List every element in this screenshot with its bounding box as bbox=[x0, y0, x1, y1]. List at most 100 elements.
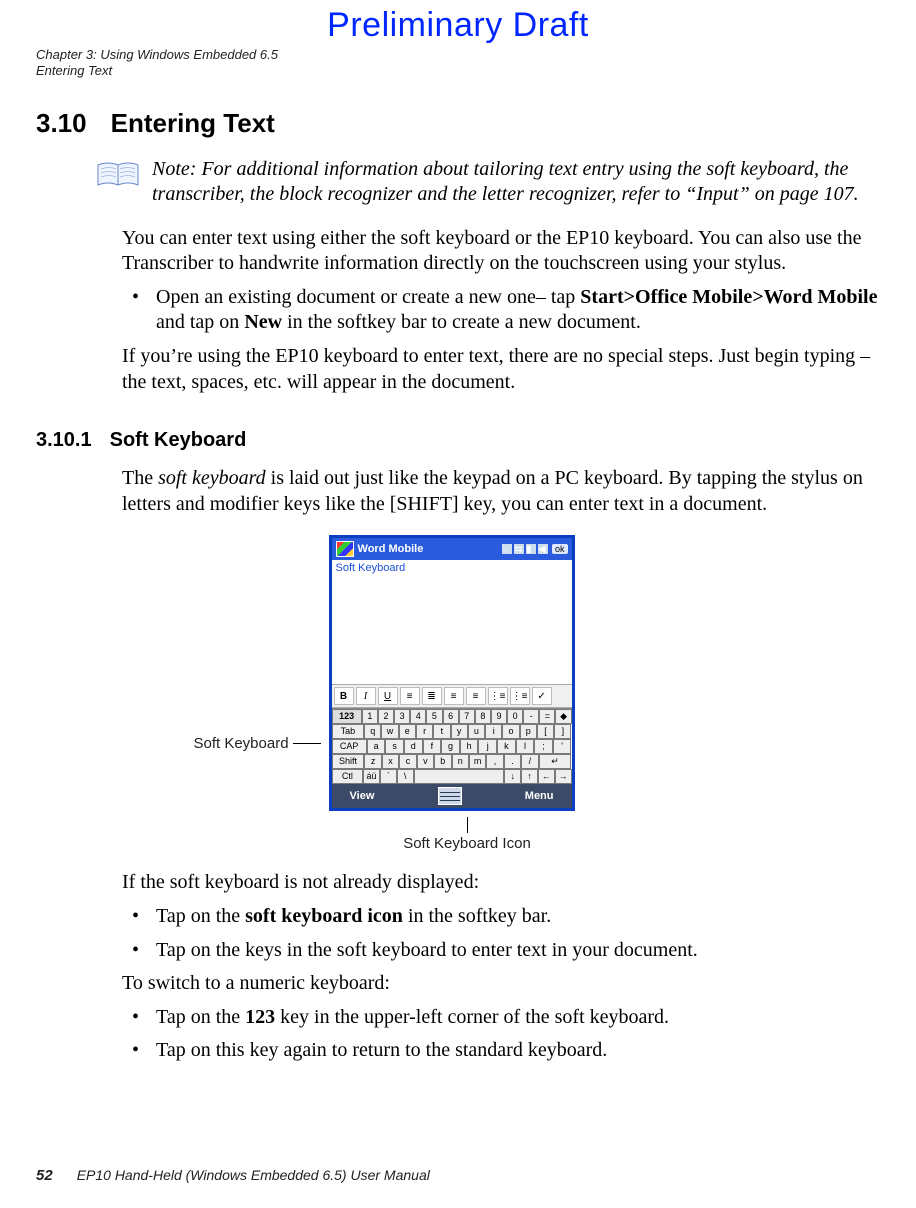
key-3[interactable]: 3 bbox=[394, 709, 410, 724]
align-center-button[interactable]: ≣ bbox=[422, 687, 442, 705]
intro-paragraph: You can enter text using either the soft… bbox=[122, 226, 880, 277]
key-g[interactable]: g bbox=[441, 739, 460, 754]
softkey-menu[interactable]: Menu bbox=[525, 790, 554, 802]
windows-flag-icon bbox=[336, 541, 354, 557]
key-w[interactable]: w bbox=[381, 724, 398, 739]
soft-keyboard[interactable]: 123 1 2 3 4 5 6 7 8 9 0 - = ◆ Tab bbox=[332, 708, 572, 784]
key-q[interactable]: q bbox=[364, 724, 381, 739]
key-y[interactable]: y bbox=[451, 724, 468, 739]
step-tap-keys: Tap on the keys in the soft keyboard to … bbox=[122, 938, 880, 964]
key-right[interactable]: → bbox=[555, 769, 572, 784]
callout-soft-keyboard-icon: Soft Keyboard Icon bbox=[36, 817, 880, 852]
key-e[interactable]: e bbox=[399, 724, 416, 739]
align-right-button[interactable]: ≡ bbox=[444, 687, 464, 705]
key-period[interactable]: . bbox=[504, 754, 521, 769]
note-label: Note: bbox=[152, 158, 196, 180]
key-slash[interactable]: / bbox=[521, 754, 538, 769]
key-backslash[interactable]: \ bbox=[397, 769, 414, 784]
callout-soft-keyboard-icon-text: Soft Keyboard Icon bbox=[403, 835, 531, 852]
bullets-button[interactable]: ⋮≡ bbox=[488, 687, 508, 705]
key-n[interactable]: n bbox=[452, 754, 469, 769]
numbering-button[interactable]: ⋮≡ bbox=[510, 687, 530, 705]
key-123[interactable]: 123 bbox=[332, 709, 362, 724]
key-shift[interactable]: Shift bbox=[332, 754, 365, 769]
key-1[interactable]: 1 bbox=[362, 709, 378, 724]
device-screenshot: Word Mobile ◌⇆▮◀ ok Soft Keyboard B I U … bbox=[329, 535, 575, 811]
key-apostrophe[interactable]: ' bbox=[553, 739, 572, 754]
key-5[interactable]: 5 bbox=[426, 709, 442, 724]
key-0[interactable]: 0 bbox=[507, 709, 523, 724]
key-j[interactable]: j bbox=[478, 739, 497, 754]
key-down[interactable]: ↓ bbox=[504, 769, 521, 784]
subsection-title: Soft Keyboard bbox=[110, 429, 247, 451]
document-area[interactable]: Soft Keyboard bbox=[332, 560, 572, 684]
check-button[interactable]: ✓ bbox=[532, 687, 552, 705]
running-header: Chapter 3: Using Windows Embedded 6.5 En… bbox=[36, 47, 880, 80]
key-c[interactable]: c bbox=[399, 754, 416, 769]
callout-soft-keyboard-text: Soft Keyboard bbox=[193, 735, 288, 752]
key-r[interactable]: r bbox=[416, 724, 433, 739]
bold-button[interactable]: B bbox=[334, 687, 354, 705]
key-d[interactable]: d bbox=[404, 739, 423, 754]
key-space[interactable] bbox=[414, 769, 505, 784]
screenshot-figure: Soft Keyboard Word Mobile ◌⇆▮◀ ok Soft K… bbox=[36, 535, 880, 811]
key-a[interactable]: a bbox=[367, 739, 386, 754]
key-backtick[interactable]: ` bbox=[380, 769, 397, 784]
ok-button[interactable]: ok bbox=[552, 544, 568, 554]
key-intl[interactable]: áü bbox=[363, 769, 380, 784]
key-ctl[interactable]: Ctl bbox=[332, 769, 364, 784]
key-minus[interactable]: - bbox=[523, 709, 539, 724]
key-left[interactable]: ← bbox=[538, 769, 555, 784]
page-footer: 52 EP10 Hand-Held (Windows Embedded 6.5)… bbox=[36, 1167, 430, 1184]
underline-button[interactable]: U bbox=[378, 687, 398, 705]
soft-keyboard-icon[interactable] bbox=[438, 787, 462, 805]
key-f[interactable]: f bbox=[423, 739, 442, 754]
key-o[interactable]: o bbox=[502, 724, 519, 739]
softkey-view[interactable]: View bbox=[350, 790, 375, 802]
step-open-document: Open an existing document or create a ne… bbox=[122, 285, 880, 336]
key-s[interactable]: s bbox=[385, 739, 404, 754]
status-icons: ◌⇆▮◀ bbox=[500, 544, 548, 555]
key-t[interactable]: t bbox=[433, 724, 450, 739]
key-b[interactable]: b bbox=[434, 754, 451, 769]
key-enter[interactable]: ↵ bbox=[539, 754, 572, 769]
callout-soft-keyboard: Soft Keyboard bbox=[193, 735, 320, 752]
key-i[interactable]: i bbox=[485, 724, 502, 739]
formatting-toolbar: B I U ≡ ≣ ≡ ≡ ⋮≡ ⋮≡ ✓ bbox=[332, 684, 572, 708]
key-8[interactable]: 8 bbox=[475, 709, 491, 724]
key-k[interactable]: k bbox=[497, 739, 516, 754]
key-equals[interactable]: = bbox=[539, 709, 555, 724]
key-bksp[interactable]: ◆ bbox=[555, 709, 571, 724]
key-u[interactable]: u bbox=[468, 724, 485, 739]
key-semicolon[interactable]: ; bbox=[534, 739, 553, 754]
manual-title: EP10 Hand-Held (Windows Embedded 6.5) Us… bbox=[77, 1167, 430, 1183]
key-comma[interactable]: , bbox=[486, 754, 503, 769]
device-titlebar: Word Mobile ◌⇆▮◀ ok bbox=[332, 538, 572, 560]
info-note: Note: For additional information about t… bbox=[96, 157, 880, 208]
align-justify-button[interactable]: ≡ bbox=[466, 687, 486, 705]
key-9[interactable]: 9 bbox=[491, 709, 507, 724]
step-tap-icon: Tap on the soft keyboard icon in the sof… bbox=[122, 904, 880, 930]
key-z[interactable]: z bbox=[364, 754, 381, 769]
note-text: For additional information about tailori… bbox=[152, 158, 859, 206]
key-cap[interactable]: CAP bbox=[332, 739, 367, 754]
key-lbracket[interactable]: [ bbox=[537, 724, 554, 739]
key-7[interactable]: 7 bbox=[459, 709, 475, 724]
align-left-button[interactable]: ≡ bbox=[400, 687, 420, 705]
key-2[interactable]: 2 bbox=[378, 709, 394, 724]
key-p[interactable]: p bbox=[520, 724, 537, 739]
subsection-number: 3.10.1 bbox=[36, 429, 92, 452]
italic-button[interactable]: I bbox=[356, 687, 376, 705]
key-v[interactable]: v bbox=[417, 754, 434, 769]
key-l[interactable]: l bbox=[516, 739, 535, 754]
key-rbracket[interactable]: ] bbox=[554, 724, 571, 739]
key-up[interactable]: ↑ bbox=[521, 769, 538, 784]
soft-keyboard-paragraph: The soft keyboard is laid out just like … bbox=[122, 466, 880, 517]
device-title: Word Mobile bbox=[358, 543, 496, 555]
key-tab[interactable]: Tab bbox=[332, 724, 365, 739]
key-h[interactable]: h bbox=[460, 739, 479, 754]
key-4[interactable]: 4 bbox=[410, 709, 426, 724]
key-m[interactable]: m bbox=[469, 754, 486, 769]
key-6[interactable]: 6 bbox=[443, 709, 459, 724]
key-x[interactable]: x bbox=[382, 754, 399, 769]
